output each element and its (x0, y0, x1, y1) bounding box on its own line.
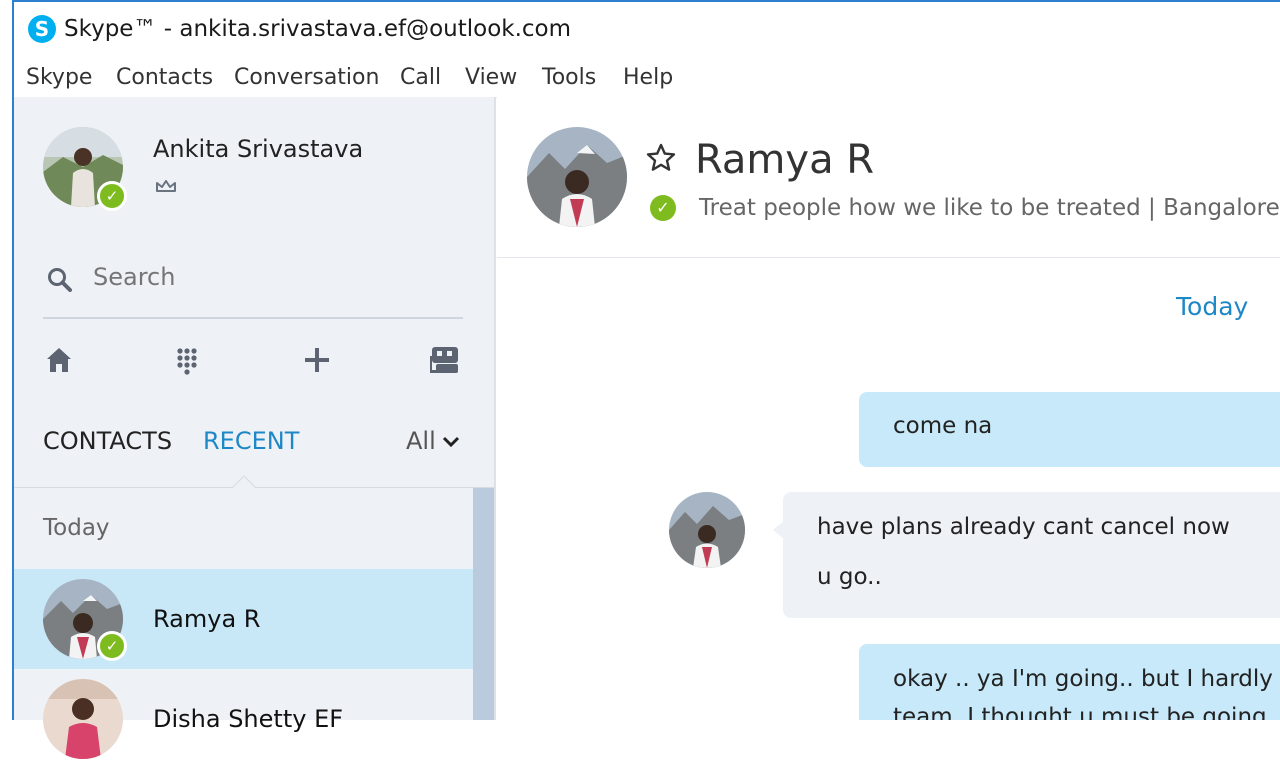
home-icon[interactable] (43, 344, 75, 376)
menu-call[interactable]: Call (400, 65, 441, 90)
window-title: Skype™ - ankita.srivastava.ef@outlook.co… (64, 16, 572, 42)
menu-conversation[interactable]: Conversation (234, 65, 379, 90)
skype-logo-icon: S (28, 15, 56, 43)
menu-skype[interactable]: Skype (26, 65, 92, 90)
search-icon (48, 268, 72, 292)
search-input[interactable] (93, 263, 453, 291)
message-sender-avatar[interactable] (669, 492, 745, 568)
menu-bar: Skype Contacts Conversation Call View To… (14, 57, 1280, 98)
crown-icon (156, 180, 176, 192)
incoming-message[interactable]: have plans already cant cancel now u go.… (783, 492, 1280, 618)
recent-item[interactable]: Disha Shetty EF (14, 669, 473, 769)
filter-dropdown[interactable]: All (406, 427, 436, 455)
menu-contacts[interactable]: Contacts (116, 65, 213, 90)
date-separator: Today (1176, 292, 1249, 321)
outgoing-message[interactable]: okay .. ya I'm going.. but I hardly k te… (859, 644, 1280, 720)
add-icon[interactable] (301, 344, 333, 376)
message-text: team, I thought u must be going (893, 704, 1267, 720)
tab-contacts[interactable]: CONTACTS (43, 427, 172, 455)
message-text: come na (893, 413, 993, 439)
conversation-avatar[interactable] (527, 127, 627, 227)
conversation-header: Ramya R ✓ Treat people how we like to be… (497, 97, 1280, 258)
conversation-mood-message: Treat people how we like to be treated |… (699, 195, 1280, 221)
favorite-star-icon[interactable] (645, 142, 677, 174)
tab-recent[interactable]: RECENT (203, 427, 299, 455)
contact-status-online-icon: ✓ (97, 631, 127, 661)
conversation-status-online-icon: ✓ (650, 195, 676, 221)
title-bar: S Skype™ - ankita.srivastava.ef@outlook.… (14, 2, 1280, 57)
recent-item[interactable]: ✓ Ramya R (14, 569, 473, 669)
recent-item-name: Ramya R (153, 605, 261, 633)
profile-status-online-icon: ✓ (97, 181, 127, 211)
conversation-contact-name: Ramya R (695, 137, 875, 183)
chevron-down-icon[interactable] (442, 435, 460, 449)
recent-list-scrollbar[interactable] (473, 488, 494, 720)
recent-list: Today ✓ Ramya R Disha Shetty EF (14, 488, 473, 759)
outgoing-message[interactable]: come na (859, 392, 1280, 467)
menu-tools[interactable]: Tools (542, 65, 596, 90)
dialpad-icon[interactable] (171, 344, 203, 376)
contact-avatar (43, 679, 123, 759)
active-tab-indicator (232, 475, 256, 488)
message-text: okay .. ya I'm going.. but I hardly k (893, 666, 1280, 692)
message-text: u go.. (817, 564, 882, 590)
search-underline (43, 317, 463, 319)
sidebar: ✓ Ankita Srivastava CONTACTS RECENT All (14, 97, 496, 759)
recent-group-header: Today (43, 515, 110, 541)
menu-help[interactable]: Help (623, 65, 673, 90)
profile-name[interactable]: Ankita Srivastava (153, 135, 363, 163)
menu-view[interactable]: View (465, 65, 517, 90)
recent-item-name: Disha Shetty EF (153, 705, 344, 733)
message-text: have plans already cant cancel now (817, 514, 1230, 540)
conversation-body: Today come na have plans already cant ca… (497, 258, 1280, 720)
bot-icon[interactable] (428, 344, 460, 376)
